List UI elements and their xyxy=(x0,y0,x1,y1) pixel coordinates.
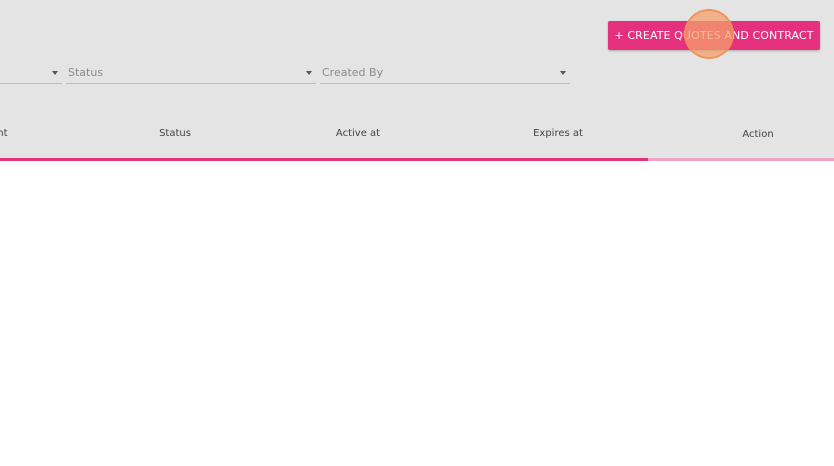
filter-dropdown-first[interactable] xyxy=(0,62,62,84)
status-filter-label: Status xyxy=(68,66,104,79)
loading-progress-fill xyxy=(0,158,649,161)
column-header-active-at[interactable]: Active at xyxy=(336,128,380,139)
caret-down-icon xyxy=(306,71,312,75)
click-indicator xyxy=(684,9,734,59)
loading-progress-bar xyxy=(0,158,834,161)
column-header-expires-at[interactable]: Expires at xyxy=(533,128,583,139)
column-header-action: Action xyxy=(742,129,774,140)
created-by-filter-label: Created By xyxy=(322,66,384,79)
column-header-status[interactable]: Status xyxy=(159,128,191,139)
caret-down-icon xyxy=(52,71,58,75)
page: Status Created By + CREATE QUOTES AND CO… xyxy=(0,0,834,466)
caret-down-icon xyxy=(560,71,566,75)
toolbar-area: Status Created By + CREATE QUOTES AND CO… xyxy=(0,0,834,158)
status-filter-dropdown[interactable]: Status xyxy=(66,62,316,84)
column-header-partial[interactable]: ent xyxy=(0,128,8,139)
created-by-filter-dropdown[interactable]: Created By xyxy=(320,62,570,84)
